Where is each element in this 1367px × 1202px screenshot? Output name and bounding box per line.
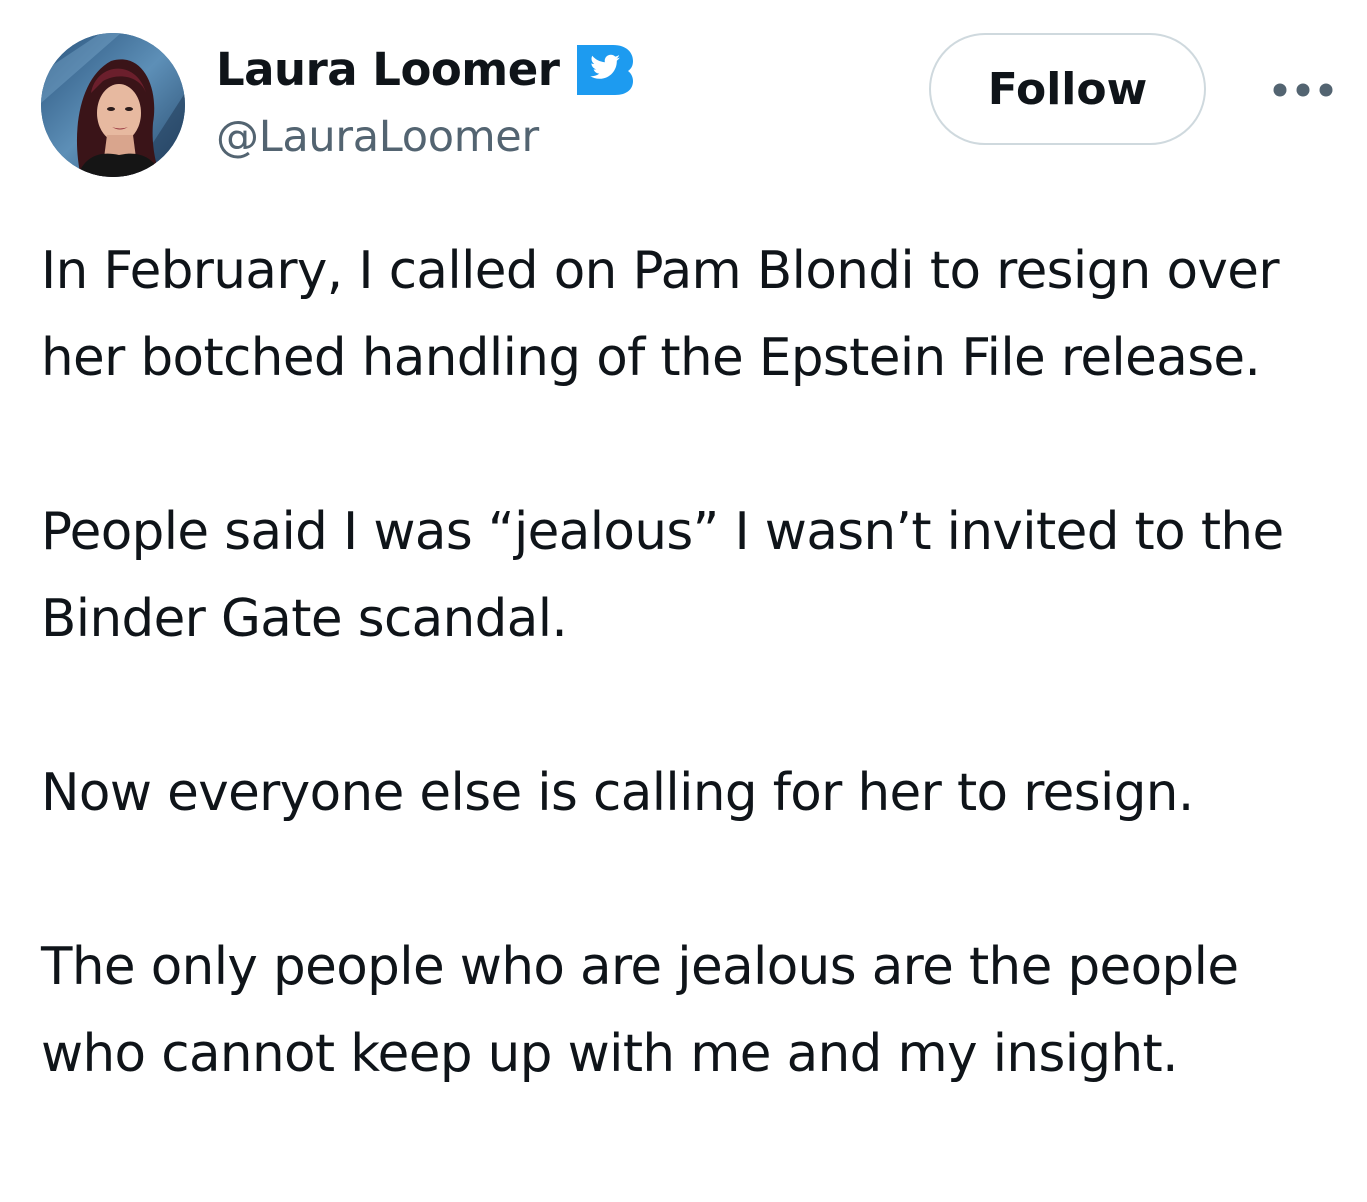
author-display-name[interactable]: Laura Loomer [216, 43, 560, 96]
author-handle[interactable]: @LauraLoomer [216, 112, 539, 162]
tweet-paragraph: In February, I called on Pam Blondi to r… [41, 241, 1280, 388]
more-horizontal-icon [1273, 83, 1333, 97]
more-options-button[interactable] [1268, 72, 1338, 108]
author-name-row: Laura Loomer [216, 38, 635, 100]
avatar-image [41, 33, 185, 177]
tweet-paragraph: Now everyone else is calling for her to … [41, 763, 1194, 823]
tweet-text: In February, I called on Pam Blondi to r… [41, 228, 1351, 1098]
tweet-card: Laura Loomer @LauraLoomer Follow In Febr… [0, 0, 1367, 1202]
twitter-bird-badge-icon [573, 41, 635, 97]
tweet-paragraph: People said I was “jealous” I wasn’t inv… [41, 502, 1284, 649]
follow-button[interactable]: Follow [929, 33, 1206, 145]
avatar[interactable] [41, 33, 185, 177]
tweet-paragraph: The only people who are jealous are the … [41, 937, 1239, 1084]
